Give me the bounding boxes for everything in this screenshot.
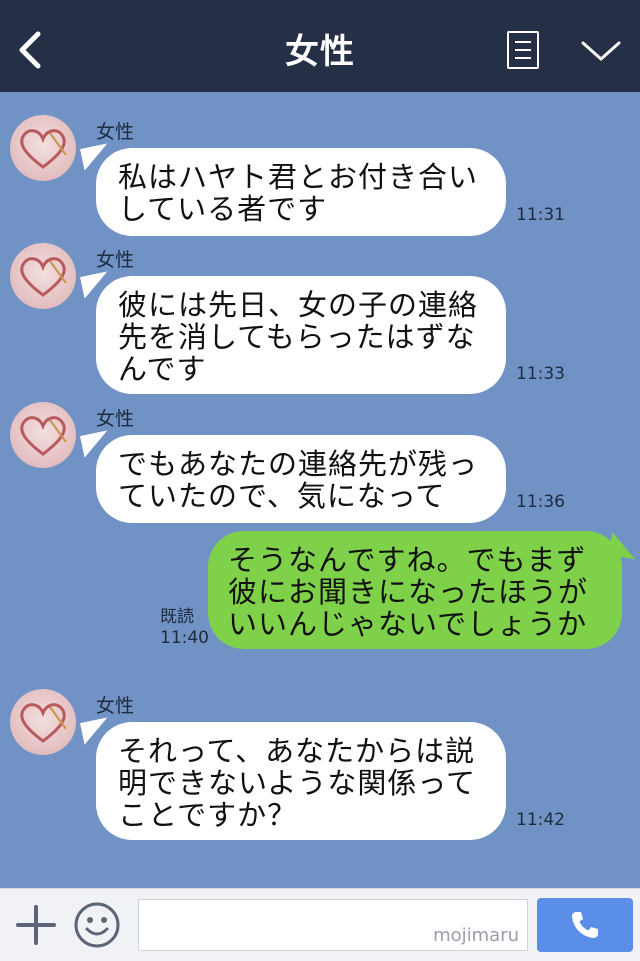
outgoing-message-bubble[interactable]: そうなんですね。でもまず 彼にお聞きになったほうが いいんじゃないでしょうか: [208, 531, 622, 649]
message-bubble[interactable]: 彼には先日、女の子の連絡 先を消してもらったはずな んです: [96, 276, 506, 394]
avatar[interactable]: [10, 689, 76, 755]
plus-icon[interactable]: [14, 903, 58, 947]
chat-header: 女性: [0, 0, 640, 92]
avatar[interactable]: [10, 115, 76, 181]
heart-avatar-icon: [20, 257, 67, 297]
message-line: ことですか？: [118, 798, 298, 832]
smiley-icon[interactable]: [73, 901, 121, 949]
message-time: 11:40: [160, 628, 209, 648]
message-bubble[interactable]: でもあなたの連絡先が残っ ていたので、気になって: [96, 435, 506, 523]
message-line: 彼には先日、女の子の連絡: [118, 288, 479, 322]
message-line: ていたので、気になって: [118, 479, 446, 513]
heart-avatar-icon: [20, 129, 67, 169]
message-line: 明できないような関係って: [118, 766, 476, 800]
message-line: それって、あなたからは説: [118, 734, 476, 768]
message-line: 私はハヤト君とお付き合い: [118, 160, 479, 194]
message-line: 彼にお聞きになったほうが: [228, 575, 589, 609]
message-line: 先を消してもらったはずな: [118, 320, 476, 354]
message-bubble[interactable]: 私はハヤト君とお付き合い している者です: [96, 148, 506, 236]
read-label: 既読: [160, 607, 194, 627]
message-time: 11:42: [516, 810, 565, 830]
sender-name: 女性: [96, 408, 135, 430]
phone-icon: [572, 912, 598, 938]
read-receipt: 既読 11:40: [160, 607, 209, 649]
watermark: mojimaru: [433, 925, 519, 946]
chat-title: 女性: [285, 32, 355, 72]
message-input[interactable]: mojimaru: [138, 899, 528, 951]
call-button[interactable]: [537, 898, 633, 952]
message-time: 11:33: [516, 364, 565, 384]
message-time: 11:31: [516, 205, 565, 225]
chevron-down-icon[interactable]: [580, 38, 622, 64]
message-line: でもあなたの連絡先が残っ: [118, 447, 479, 481]
message-line: そうなんですね。でもまず: [228, 543, 587, 577]
message-line: んです: [118, 352, 207, 386]
sender-name: 女性: [96, 249, 135, 271]
message-line: している者です: [118, 192, 328, 226]
heart-avatar-icon: [20, 703, 67, 743]
sender-name: 女性: [96, 121, 135, 143]
avatar[interactable]: [10, 243, 76, 309]
sender-name: 女性: [96, 695, 135, 717]
avatar[interactable]: [10, 402, 76, 468]
message-line: いいんじゃないでしょうか: [228, 607, 588, 641]
heart-avatar-icon: [20, 416, 67, 456]
input-bar: mojimaru: [0, 888, 640, 961]
menu-icon[interactable]: [507, 31, 539, 69]
message-time: 11:36: [516, 492, 565, 512]
message-bubble[interactable]: それって、あなたからは説 明できないような関係って ことですか？: [96, 722, 506, 840]
